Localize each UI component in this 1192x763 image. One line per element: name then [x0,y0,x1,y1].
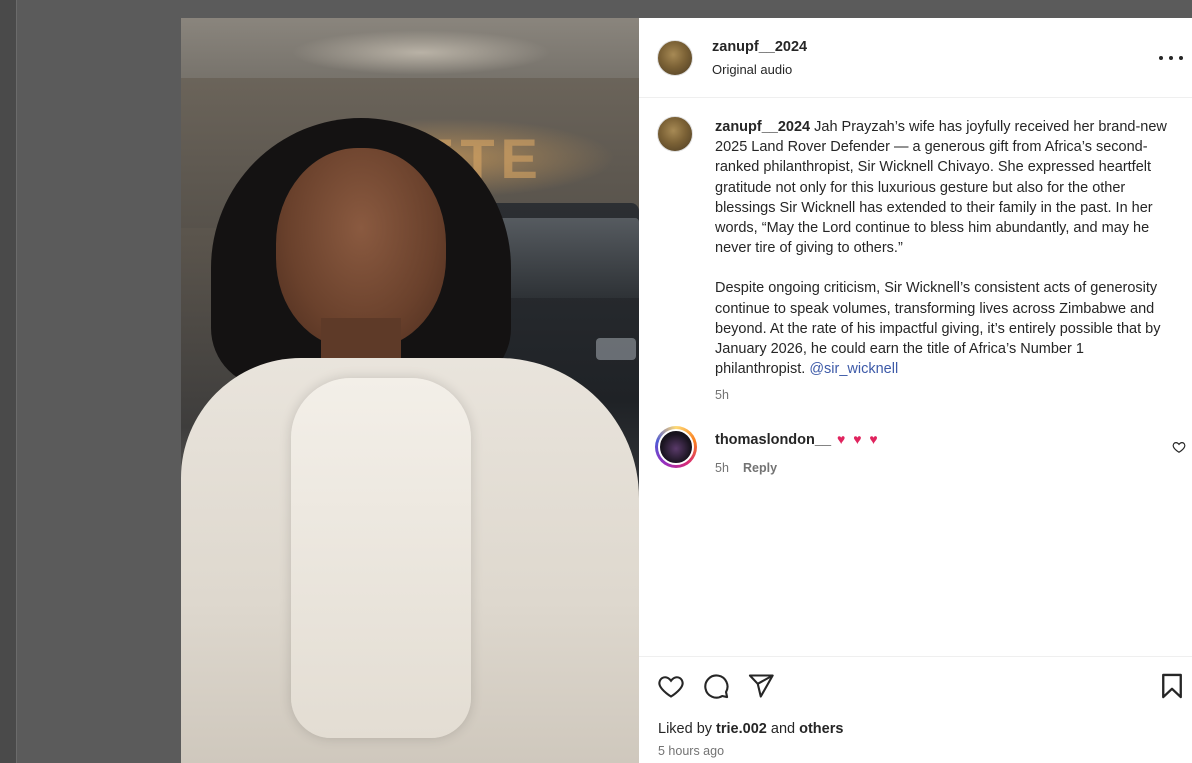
comment-reply-button[interactable]: Reply [743,461,777,475]
author-username[interactable]: zanupf__2024 [712,39,807,55]
more-dot [1179,56,1183,60]
post-details-panel: zanupf__2024 Original audio zanupf__2024… [639,18,1192,763]
caption-text-2: Despite ongoing criticism, Sir Wicknell’… [715,280,1161,378]
commenter-avatar[interactable] [655,426,697,468]
share-icon[interactable] [747,672,775,700]
comment-icon[interactable] [702,672,730,700]
comments-section[interactable]: zanupf__2024 Jah Prayzah’s wife has joyf… [639,99,1192,656]
bookmark-icon[interactable] [1158,672,1186,700]
likes-others-link[interactable]: others [799,721,843,737]
heart-icon[interactable] [657,672,685,700]
caption-mention-link[interactable]: @sir_wicknell [809,361,898,377]
audio-label[interactable]: Original audio [712,62,792,77]
likes-user-link[interactable]: trie.002 [716,721,767,737]
caption-username[interactable]: zanupf__2024 [715,119,810,135]
media-car-light [596,338,636,360]
likes-summary: Liked by trie.002 and others [658,721,843,737]
comment-username[interactable]: thomaslondon__ [715,432,831,448]
author-avatar[interactable] [657,40,693,76]
caption-author-avatar[interactable] [657,116,693,152]
more-options-button[interactable] [1159,48,1183,68]
caption-text-1: Jah Prayzah’s wife has joyfully received… [715,119,1167,257]
post-timestamp[interactable]: 5 hours ago [658,744,724,758]
likes-prefix: Liked by [658,721,713,737]
media-person-bow [291,378,471,738]
caption-paragraph-1: zanupf__2024 Jah Prayzah’s wife has joyf… [715,117,1177,258]
caption-timestamp[interactable]: 5h [715,388,729,402]
comment-text: ♥ ♥ ♥ [837,431,880,447]
post-header: zanupf__2024 Original audio [639,18,1192,98]
media-ceiling-light [291,30,551,75]
more-horizontal-icon [1159,56,1163,60]
left-gutter [0,0,17,763]
commenter-avatar-image [658,429,694,465]
caption-paragraph-2: Despite ongoing criticism, Sir Wicknell’… [715,278,1177,379]
post-caption: zanupf__2024 Jah Prayzah’s wife has joyf… [715,117,1177,379]
likes-middle: and [770,721,796,737]
comment-timestamp[interactable]: 5h [715,461,729,475]
post-media-video[interactable]: QUETE [181,18,639,763]
more-dot [1169,56,1173,60]
comment-like-heart-icon[interactable] [1172,440,1186,454]
post-actions: Liked by trie.002 and others 5 hours ago [639,656,1192,763]
